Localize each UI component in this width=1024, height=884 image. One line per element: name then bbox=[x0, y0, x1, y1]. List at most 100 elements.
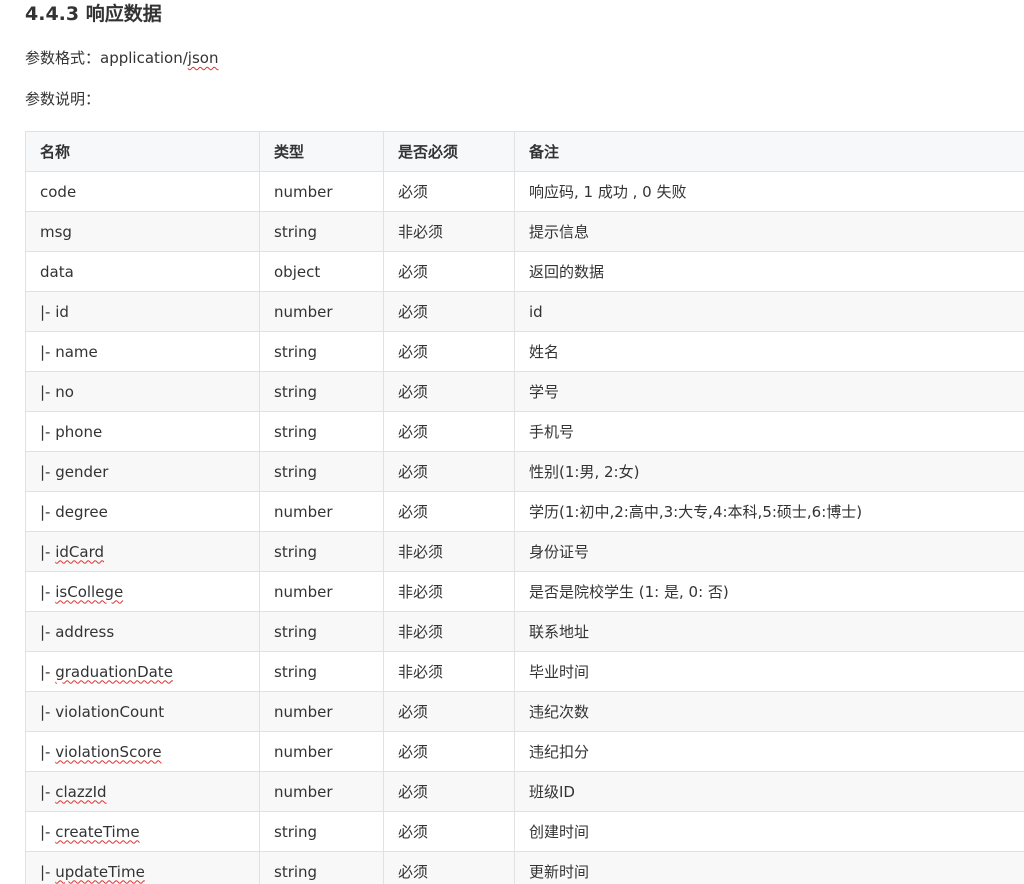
cell-type: number bbox=[259, 171, 384, 212]
cell-note: 是否是院校学生 (1: 是, 0: 否) bbox=[514, 571, 1024, 612]
cell-note: 姓名 bbox=[514, 331, 1024, 372]
cell-name: |- id bbox=[25, 291, 260, 332]
field-identifier: createTime bbox=[55, 822, 140, 841]
tree-prefix: |- bbox=[40, 822, 56, 841]
cell-type: string bbox=[259, 211, 384, 252]
cell-note: 违纪扣分 bbox=[514, 731, 1024, 772]
cell-type: number bbox=[259, 571, 384, 612]
cell-type: string bbox=[259, 531, 384, 572]
cell-type: string bbox=[259, 651, 384, 692]
cell-required: 必须 bbox=[383, 491, 515, 532]
response-params-table: 名称 类型 是否必须 备注 code number 必须 响应码, 1 成功 , 0 … bbox=[25, 131, 1024, 884]
table-row: code number 必须 响应码, 1 成功 , 0 失败 bbox=[25, 171, 1024, 212]
cell-type: number bbox=[259, 691, 384, 732]
table-row: |- gender string 必须 性别(1:男, 2:女) bbox=[25, 451, 1024, 492]
cell-type: number bbox=[259, 291, 384, 332]
cell-name: |- gender bbox=[25, 451, 260, 492]
header-required: 是否必须 bbox=[383, 131, 515, 172]
cell-required: 非必须 bbox=[383, 611, 515, 652]
cell-name: msg bbox=[25, 211, 260, 252]
cell-note: 违纪次数 bbox=[514, 691, 1024, 732]
cell-name: code bbox=[25, 171, 260, 212]
cell-name: |- updateTime bbox=[25, 851, 260, 884]
param-format-line: 参数格式：application/json bbox=[25, 48, 218, 68]
header-name: 名称 bbox=[25, 131, 260, 172]
cell-type: string bbox=[259, 811, 384, 852]
cell-required: 非必须 bbox=[383, 651, 515, 692]
header-note: 备注 bbox=[514, 131, 1024, 172]
cell-name: |- idCard bbox=[25, 531, 260, 572]
cell-note: 提示信息 bbox=[514, 211, 1024, 252]
cell-note: 性别(1:男, 2:女) bbox=[514, 451, 1024, 492]
table-row: |- updateTime string 必须 更新时间 bbox=[25, 851, 1024, 884]
cell-note: 身份证号 bbox=[514, 531, 1024, 572]
field-identifier: updateTime bbox=[55, 862, 145, 881]
cell-type: string bbox=[259, 411, 384, 452]
cell-type: string bbox=[259, 371, 384, 412]
cell-name: |- address bbox=[25, 611, 260, 652]
header-type: 类型 bbox=[259, 131, 384, 172]
cell-required: 必须 bbox=[383, 731, 515, 772]
cell-note: 手机号 bbox=[514, 411, 1024, 452]
field-identifier: violationScore bbox=[55, 742, 162, 761]
cell-required: 必须 bbox=[383, 251, 515, 292]
cell-note: 学历(1:初中,2:高中,3:大专,4:本科,5:硕士,6:博士) bbox=[514, 491, 1024, 532]
cell-note: 毕业时间 bbox=[514, 651, 1024, 692]
param-format-prefix: 参数格式：application/ bbox=[25, 49, 188, 67]
cell-name: |- isCollege bbox=[25, 571, 260, 612]
field-identifier: isCollege bbox=[55, 582, 124, 601]
tree-prefix: |- bbox=[40, 582, 56, 601]
cell-note: 返回的数据 bbox=[514, 251, 1024, 292]
cell-note: id bbox=[514, 291, 1024, 332]
cell-name: |- violationScore bbox=[25, 731, 260, 772]
cell-note: 创建时间 bbox=[514, 811, 1024, 852]
table-row: |- phone string 必须 手机号 bbox=[25, 411, 1024, 452]
table-body: code number 必须 响应码, 1 成功 , 0 失败 msg string 非必须… bbox=[25, 171, 1024, 884]
cell-name: |- clazzId bbox=[25, 771, 260, 812]
cell-type: string bbox=[259, 451, 384, 492]
cell-name: |- degree bbox=[25, 491, 260, 532]
param-desc-label: 参数说明： bbox=[25, 90, 101, 108]
cell-type: string bbox=[259, 851, 384, 884]
cell-note: 班级ID bbox=[514, 771, 1024, 812]
table-row: |- no string 必须 学号 bbox=[25, 371, 1024, 412]
cell-required: 必须 bbox=[383, 771, 515, 812]
cell-required: 必须 bbox=[383, 171, 515, 212]
table-row: |- violationCount number 必须 违纪次数 bbox=[25, 691, 1024, 732]
cell-required: 非必须 bbox=[383, 531, 515, 572]
cell-type: string bbox=[259, 611, 384, 652]
tree-prefix: |- bbox=[40, 542, 56, 561]
table-header-row: 名称 类型 是否必须 备注 bbox=[25, 131, 1024, 172]
cell-required: 必须 bbox=[383, 411, 515, 452]
cell-required: 必须 bbox=[383, 811, 515, 852]
cell-required: 必须 bbox=[383, 371, 515, 412]
cell-name: |- graduationDate bbox=[25, 651, 260, 692]
cell-required: 必须 bbox=[383, 291, 515, 332]
cell-required: 必须 bbox=[383, 851, 515, 884]
table-row: data object 必须 返回的数据 bbox=[25, 251, 1024, 292]
table-row: |- isCollege number 非必须 是否是院校学生 (1: 是, 0: 否… bbox=[25, 571, 1024, 612]
cell-type: string bbox=[259, 331, 384, 372]
cell-type: number bbox=[259, 731, 384, 772]
table-row: |- name string 必须 姓名 bbox=[25, 331, 1024, 372]
section-heading: 4.4.3 响应数据 bbox=[25, 3, 162, 25]
field-identifier: idCard bbox=[55, 542, 105, 561]
cell-required: 非必须 bbox=[383, 211, 515, 252]
table-row: msg string 非必须 提示信息 bbox=[25, 211, 1024, 252]
cell-type: number bbox=[259, 771, 384, 812]
cell-name: data bbox=[25, 251, 260, 292]
table-row: |- address string 非必须 联系地址 bbox=[25, 611, 1024, 652]
tree-prefix: |- bbox=[40, 782, 56, 801]
cell-name: |- createTime bbox=[25, 811, 260, 852]
field-identifier: clazzId bbox=[55, 782, 107, 801]
tree-prefix: |- bbox=[40, 662, 56, 681]
table-row: |- createTime string 必须 创建时间 bbox=[25, 811, 1024, 852]
table-row: |- degree number 必须 学历(1:初中,2:高中,3:大专,4:本科,… bbox=[25, 491, 1024, 532]
table-row: |- idCard string 非必须 身份证号 bbox=[25, 531, 1024, 572]
cell-name: |- name bbox=[25, 331, 260, 372]
document-page: 4.4.3 响应数据 参数格式：application/json 参数说明： 名… bbox=[0, 0, 1024, 884]
table-row: |- id number 必须 id bbox=[25, 291, 1024, 332]
cell-note: 联系地址 bbox=[514, 611, 1024, 652]
cell-name: |- phone bbox=[25, 411, 260, 452]
table-row: |- violationScore number 必须 违纪扣分 bbox=[25, 731, 1024, 772]
